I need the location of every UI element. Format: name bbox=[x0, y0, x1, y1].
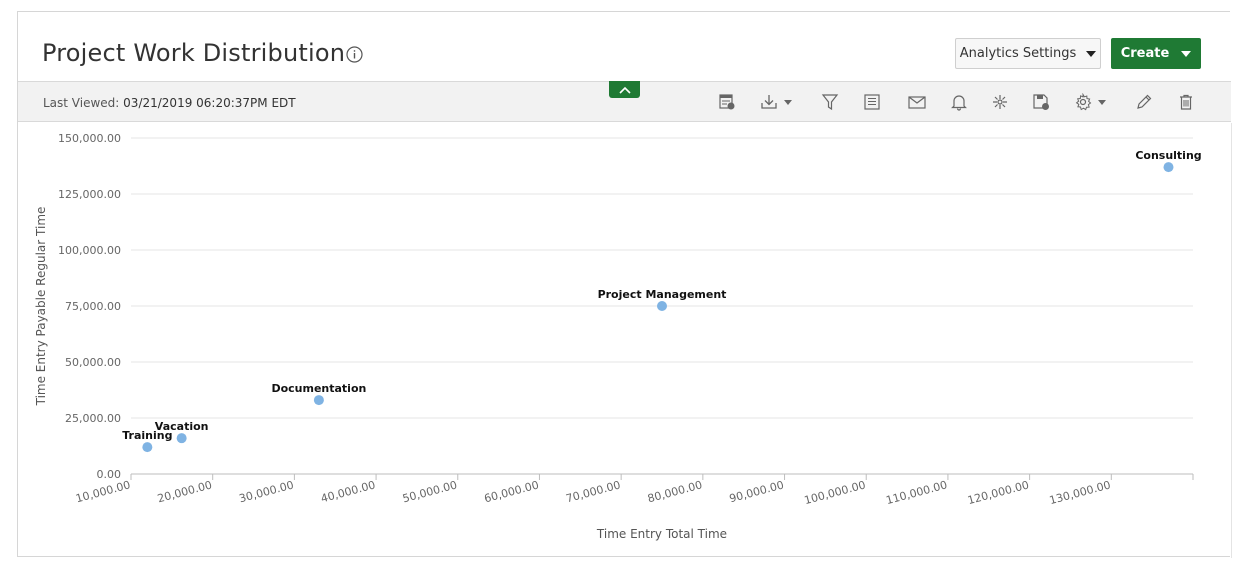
chevron-down-icon bbox=[784, 99, 792, 105]
integration-button[interactable] bbox=[991, 91, 1009, 113]
filter-button[interactable] bbox=[821, 91, 839, 113]
x-tick-label: 40,000.00 bbox=[319, 478, 376, 505]
alert-button[interactable] bbox=[950, 91, 968, 113]
gear-icon bbox=[1075, 93, 1092, 111]
report-card: Project Work Distribution Analytics Sett… bbox=[17, 11, 1232, 558]
chart-area: 0.00 25,000.00 50,000.00 75,000.00 100,000.0… bbox=[18, 123, 1232, 558]
x-tick-label: 30,000.00 bbox=[238, 478, 295, 505]
data-point bbox=[1163, 162, 1174, 173]
x-tick-label: 50,000.00 bbox=[401, 478, 458, 505]
calendar-table-button[interactable] bbox=[718, 91, 736, 113]
delete-button[interactable] bbox=[1177, 91, 1195, 113]
analytics-settings-label: Analytics Settings bbox=[959, 46, 1077, 61]
settings-button[interactable] bbox=[1074, 91, 1106, 113]
edit-button[interactable] bbox=[1135, 91, 1153, 113]
x-tick-label: 20,000.00 bbox=[156, 478, 213, 505]
save-icon bbox=[1033, 94, 1049, 110]
chevron-down-icon bbox=[1181, 50, 1192, 57]
last-viewed: Last Viewed: 03/21/2019 06:20:37PM EDT bbox=[43, 96, 296, 110]
data-point bbox=[176, 433, 187, 444]
data-point bbox=[313, 395, 324, 406]
data-point-label: Vacation bbox=[155, 420, 209, 433]
x-tick-label: 70,000.00 bbox=[564, 478, 621, 505]
create-button[interactable]: Create bbox=[1111, 38, 1201, 69]
report-list-button[interactable] bbox=[863, 91, 881, 113]
y-tick-label: 0.00 bbox=[97, 468, 122, 481]
y-tick-label: 25,000.00 bbox=[65, 412, 121, 425]
y-tick-label: 125,000.00 bbox=[58, 188, 121, 201]
x-tick-label: 100,000.00 bbox=[803, 478, 867, 507]
calendar-table-icon bbox=[719, 94, 735, 110]
chevron-down-icon bbox=[1098, 99, 1106, 105]
collapse-header-button[interactable] bbox=[609, 81, 640, 98]
page-title: Project Work Distribution bbox=[42, 39, 346, 67]
x-tick-label: 60,000.00 bbox=[483, 478, 540, 505]
create-label: Create bbox=[1120, 46, 1170, 61]
analytics-settings-button[interactable]: Analytics Settings bbox=[955, 38, 1101, 69]
y-tick-label: 150,000.00 bbox=[58, 132, 121, 145]
chevron-up-icon bbox=[618, 86, 631, 94]
edit-icon bbox=[1137, 94, 1152, 109]
data-point-label: Project Management bbox=[598, 288, 727, 301]
x-axis-label: Time Entry Total Time bbox=[596, 527, 727, 541]
email-button[interactable] bbox=[907, 91, 927, 113]
integration-icon bbox=[993, 95, 1007, 109]
data-point-label: Consulting bbox=[1135, 149, 1201, 162]
x-tick-label: 10,000.00 bbox=[74, 478, 131, 505]
y-axis-label: Time Entry Payable Regular Time bbox=[34, 207, 48, 407]
x-tick-label: 130,000.00 bbox=[1048, 478, 1112, 507]
last-viewed-value: 03/21/2019 06:20:37PM EDT bbox=[123, 96, 296, 110]
data-point bbox=[142, 442, 153, 453]
chevron-down-icon bbox=[1086, 50, 1097, 57]
filter-icon bbox=[821, 94, 839, 111]
data-point bbox=[657, 301, 667, 311]
info-icon[interactable] bbox=[346, 46, 363, 63]
download-button[interactable] bbox=[760, 91, 792, 113]
x-tick-label: 120,000.00 bbox=[966, 478, 1030, 507]
email-icon bbox=[908, 96, 926, 109]
trash-icon bbox=[1180, 94, 1192, 110]
y-tick-label: 100,000.00 bbox=[58, 244, 121, 257]
y-tick-label: 50,000.00 bbox=[65, 356, 121, 369]
bell-icon bbox=[951, 95, 967, 111]
x-tick-label: 80,000.00 bbox=[646, 478, 703, 505]
download-icon bbox=[761, 95, 777, 109]
report-list-icon bbox=[864, 94, 880, 110]
save-button[interactable] bbox=[1032, 91, 1050, 113]
data-point-label: Documentation bbox=[271, 382, 366, 395]
scatter-chart: 0.00 25,000.00 50,000.00 75,000.00 100,000.0… bbox=[34, 132, 1202, 541]
last-viewed-label: Last Viewed: bbox=[43, 96, 120, 110]
x-tick-label: 90,000.00 bbox=[728, 478, 785, 505]
report-header: Project Work Distribution Analytics Sett… bbox=[18, 12, 1231, 81]
y-tick-label: 75,000.00 bbox=[65, 300, 121, 313]
x-tick-label: 110,000.00 bbox=[884, 478, 948, 507]
